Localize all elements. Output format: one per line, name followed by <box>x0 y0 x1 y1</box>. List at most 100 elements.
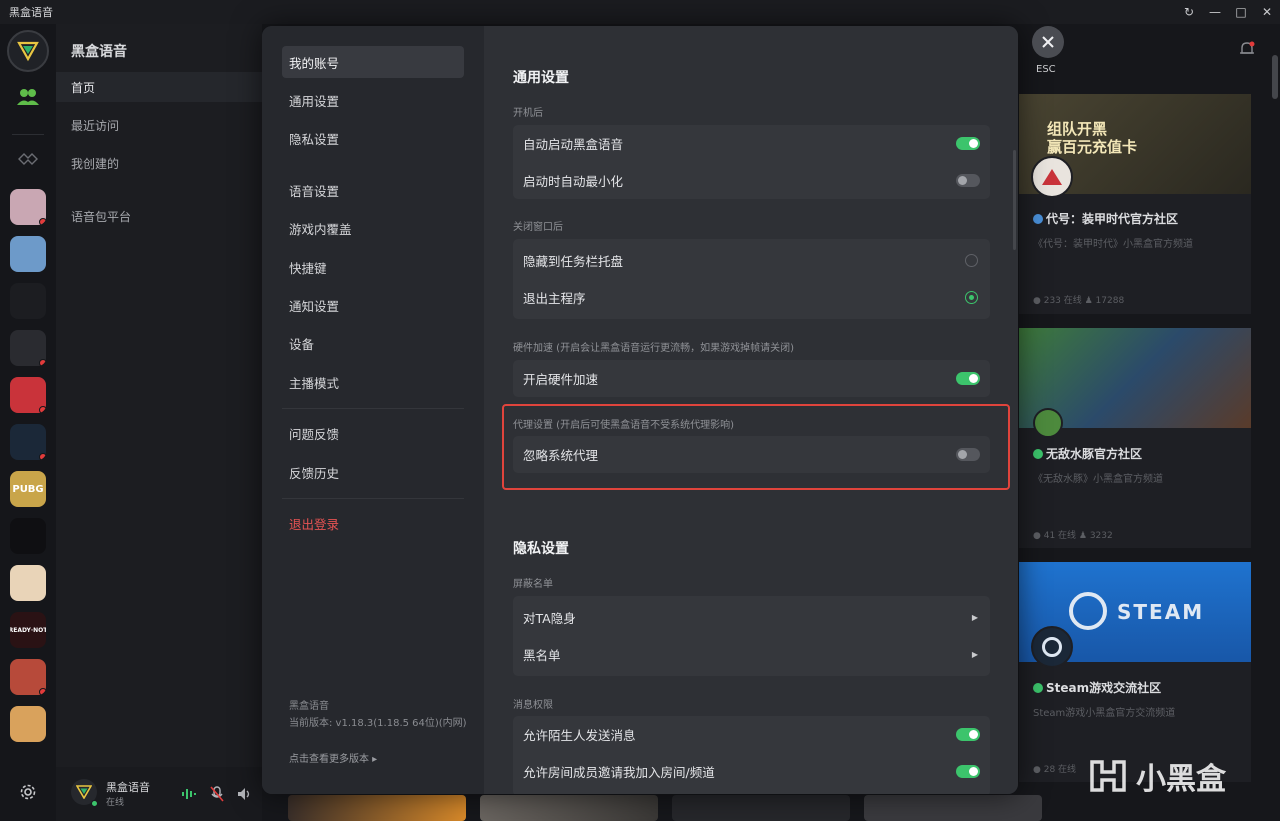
game-icon-penguin[interactable] <box>10 518 46 554</box>
card-title-text: 无敌水豚官方社区 <box>1046 447 1143 461</box>
close-window-icon[interactable]: ✕ <box>1254 0 1280 24</box>
tab-hotkeys[interactable]: 快捷键 <box>282 251 464 283</box>
more-versions-link[interactable]: 点击查看更多版本 ▸ <box>289 751 469 768</box>
tab-privacy[interactable]: 隐私设置 <box>282 122 464 154</box>
page-scrollbar[interactable] <box>1272 55 1278 99</box>
tab-streamer-mode[interactable]: 主播模式 <box>282 366 464 398</box>
setting-label: 隐藏到任务栏托盘 <box>523 254 624 269</box>
version-app-name: 黑盒语音 <box>289 701 329 712</box>
watermark-text: 小黑盒 <box>1136 762 1226 797</box>
steam-logo-icon <box>1069 592 1107 630</box>
game-icon-dog-game[interactable] <box>10 659 46 695</box>
refresh-icon[interactable]: ↻ <box>1176 0 1202 24</box>
exit-program-radio[interactable] <box>965 291 978 304</box>
community-card[interactable]: 无敌水豚官方社区 《无敌水豚》小黑盒官方频道 ● 41 在线 ♟ 3232 <box>1019 328 1251 548</box>
rail-divider <box>12 134 44 135</box>
setting-label: 自动启动黑盒语音 <box>523 137 624 152</box>
app-title: 黑盒语音 <box>9 6 53 19</box>
card-avatar <box>1033 408 1063 438</box>
nav-item-created[interactable]: 我创建的 <box>56 148 262 178</box>
game-icon-anime-game[interactable] <box>10 189 46 225</box>
allow-room-invite-toggle[interactable] <box>956 765 980 778</box>
tab-overlay[interactable]: 游戏内覆盖 <box>282 212 464 244</box>
heybox-logo-icon[interactable] <box>7 30 49 72</box>
thumbnail[interactable] <box>480 795 658 821</box>
minimize-icon[interactable]: — <box>1202 0 1228 24</box>
tab-feedback[interactable]: 问题反馈 <box>282 417 464 449</box>
logout-button[interactable]: 退出登录 <box>282 507 464 539</box>
community-card[interactable]: 组队开黑 赢百元充值卡 代号：装甲时代官方社区 《代号：装甲时代》小黑盒官方频道… <box>1019 94 1251 314</box>
verified-badge-icon <box>1033 214 1043 224</box>
section-title-privacy: 隐私设置 <box>513 541 569 557</box>
game-icon-steam[interactable] <box>10 424 46 460</box>
setting-exit-program[interactable]: 退出主程序 <box>513 279 990 316</box>
tab-general[interactable]: 通用设置 <box>282 84 464 116</box>
game-icon-cat-game[interactable] <box>10 565 46 601</box>
chevron-right-icon: ▶ <box>971 613 978 622</box>
close-settings-button[interactable] <box>1032 26 1064 58</box>
card-title-text: Steam游戏交流社区 <box>1046 681 1162 695</box>
card-banner-text: 组队开黑 赢百元充值卡 <box>1047 120 1138 156</box>
game-icon-shiba-game[interactable] <box>10 706 46 742</box>
tab-notifications[interactable]: 通知设置 <box>282 289 464 321</box>
nav-item-home[interactable]: 首页 <box>56 72 262 102</box>
auto-start-toggle[interactable] <box>956 137 980 150</box>
group-message-perms: 允许陌生人发送消息 允许房间成员邀请我加入房间/频道 <box>513 716 990 794</box>
community-card[interactable]: STEAM Steam游戏交流社区 Steam游戏小黑盒官方交流频道 ● 28 … <box>1019 562 1251 782</box>
setting-blacklist[interactable]: 黑名单 ▶ <box>513 636 990 673</box>
tab-devices[interactable]: 设备 <box>282 327 464 359</box>
voice-activity-icon[interactable] <box>180 785 198 803</box>
group-label-startup: 开机后 <box>513 108 543 119</box>
game-icon-ready-or-not[interactable]: READY·NOT <box>10 612 46 648</box>
user-name: 黑盒语音 <box>106 781 150 794</box>
setting-hide-to-tray[interactable]: 隐藏到任务栏托盘 <box>513 242 990 279</box>
card-avatar <box>1031 626 1073 668</box>
thumbnail[interactable] <box>288 795 466 821</box>
friends-icon[interactable] <box>15 85 41 109</box>
notification-bell-icon[interactable] <box>1238 40 1256 58</box>
card-description: 《代号：装甲时代》小黑盒官方频道 <box>1033 239 1193 250</box>
sidebar-divider <box>282 498 464 499</box>
game-icon-valorant[interactable] <box>10 377 46 413</box>
hide-to-tray-radio[interactable] <box>965 254 978 267</box>
nav-title: 黑盒语音 <box>71 44 127 60</box>
nav-item-recent[interactable]: 最近访问 <box>56 110 262 140</box>
tab-my-account[interactable]: 我的账号 <box>282 46 464 78</box>
allow-strangers-toggle[interactable] <box>956 728 980 741</box>
thumbnail[interactable] <box>672 795 850 821</box>
tab-feedback-history[interactable]: 反馈历史 <box>282 456 464 488</box>
notification-dot <box>39 406 46 413</box>
maximize-icon[interactable]: □ <box>1228 0 1254 24</box>
server-rail: PUBG READY·NOT <box>0 24 56 821</box>
game-icon-destiny[interactable] <box>10 330 46 366</box>
thumbnail[interactable] <box>864 795 1042 821</box>
group-label-hw-accel: 硬件加速 (开启会让黑盒语音运行更流畅，如果游戏掉帧请关闭) <box>513 343 794 354</box>
user-bar: 黑盒语音 在线 <box>56 767 262 821</box>
settings-gear-icon[interactable] <box>18 782 38 802</box>
sidebar-divider <box>282 408 464 409</box>
discover-icon[interactable] <box>17 148 39 170</box>
verified-badge-icon <box>1033 683 1043 693</box>
auto-minimize-toggle[interactable] <box>956 174 980 187</box>
speaker-icon[interactable] <box>236 785 254 803</box>
notification-dot <box>39 218 46 225</box>
tab-voice[interactable]: 语音设置 <box>282 174 464 206</box>
hw-accel-toggle[interactable] <box>956 372 980 385</box>
mic-muted-icon[interactable] <box>208 785 226 803</box>
game-icon-heybox[interactable] <box>10 283 46 319</box>
setting-label: 黑名单 <box>523 648 561 663</box>
setting-allow-strangers: 允许陌生人发送消息 <box>513 716 990 753</box>
card-title: Steam游戏交流社区 <box>1033 679 1161 696</box>
setting-invisible-to[interactable]: 对TA隐身 ▶ <box>513 599 990 636</box>
nav-item-voice-pack[interactable]: 语音包平台 <box>56 201 262 231</box>
game-icon-pokemon[interactable] <box>10 236 46 272</box>
close-icon <box>1042 36 1054 48</box>
setting-hw-accel: 开启硬件加速 <box>513 360 990 397</box>
settings-scrollbar[interactable] <box>1013 150 1016 250</box>
card-description: Steam游戏小黑盒官方交流频道 <box>1033 708 1176 719</box>
notification-dot <box>39 688 46 695</box>
game-icon-pubg[interactable]: PUBG <box>10 471 46 507</box>
card-avatar <box>1031 156 1073 198</box>
group-label-message-perms: 消息权限 <box>513 700 553 711</box>
game-icon-label: PUBG <box>12 483 44 495</box>
